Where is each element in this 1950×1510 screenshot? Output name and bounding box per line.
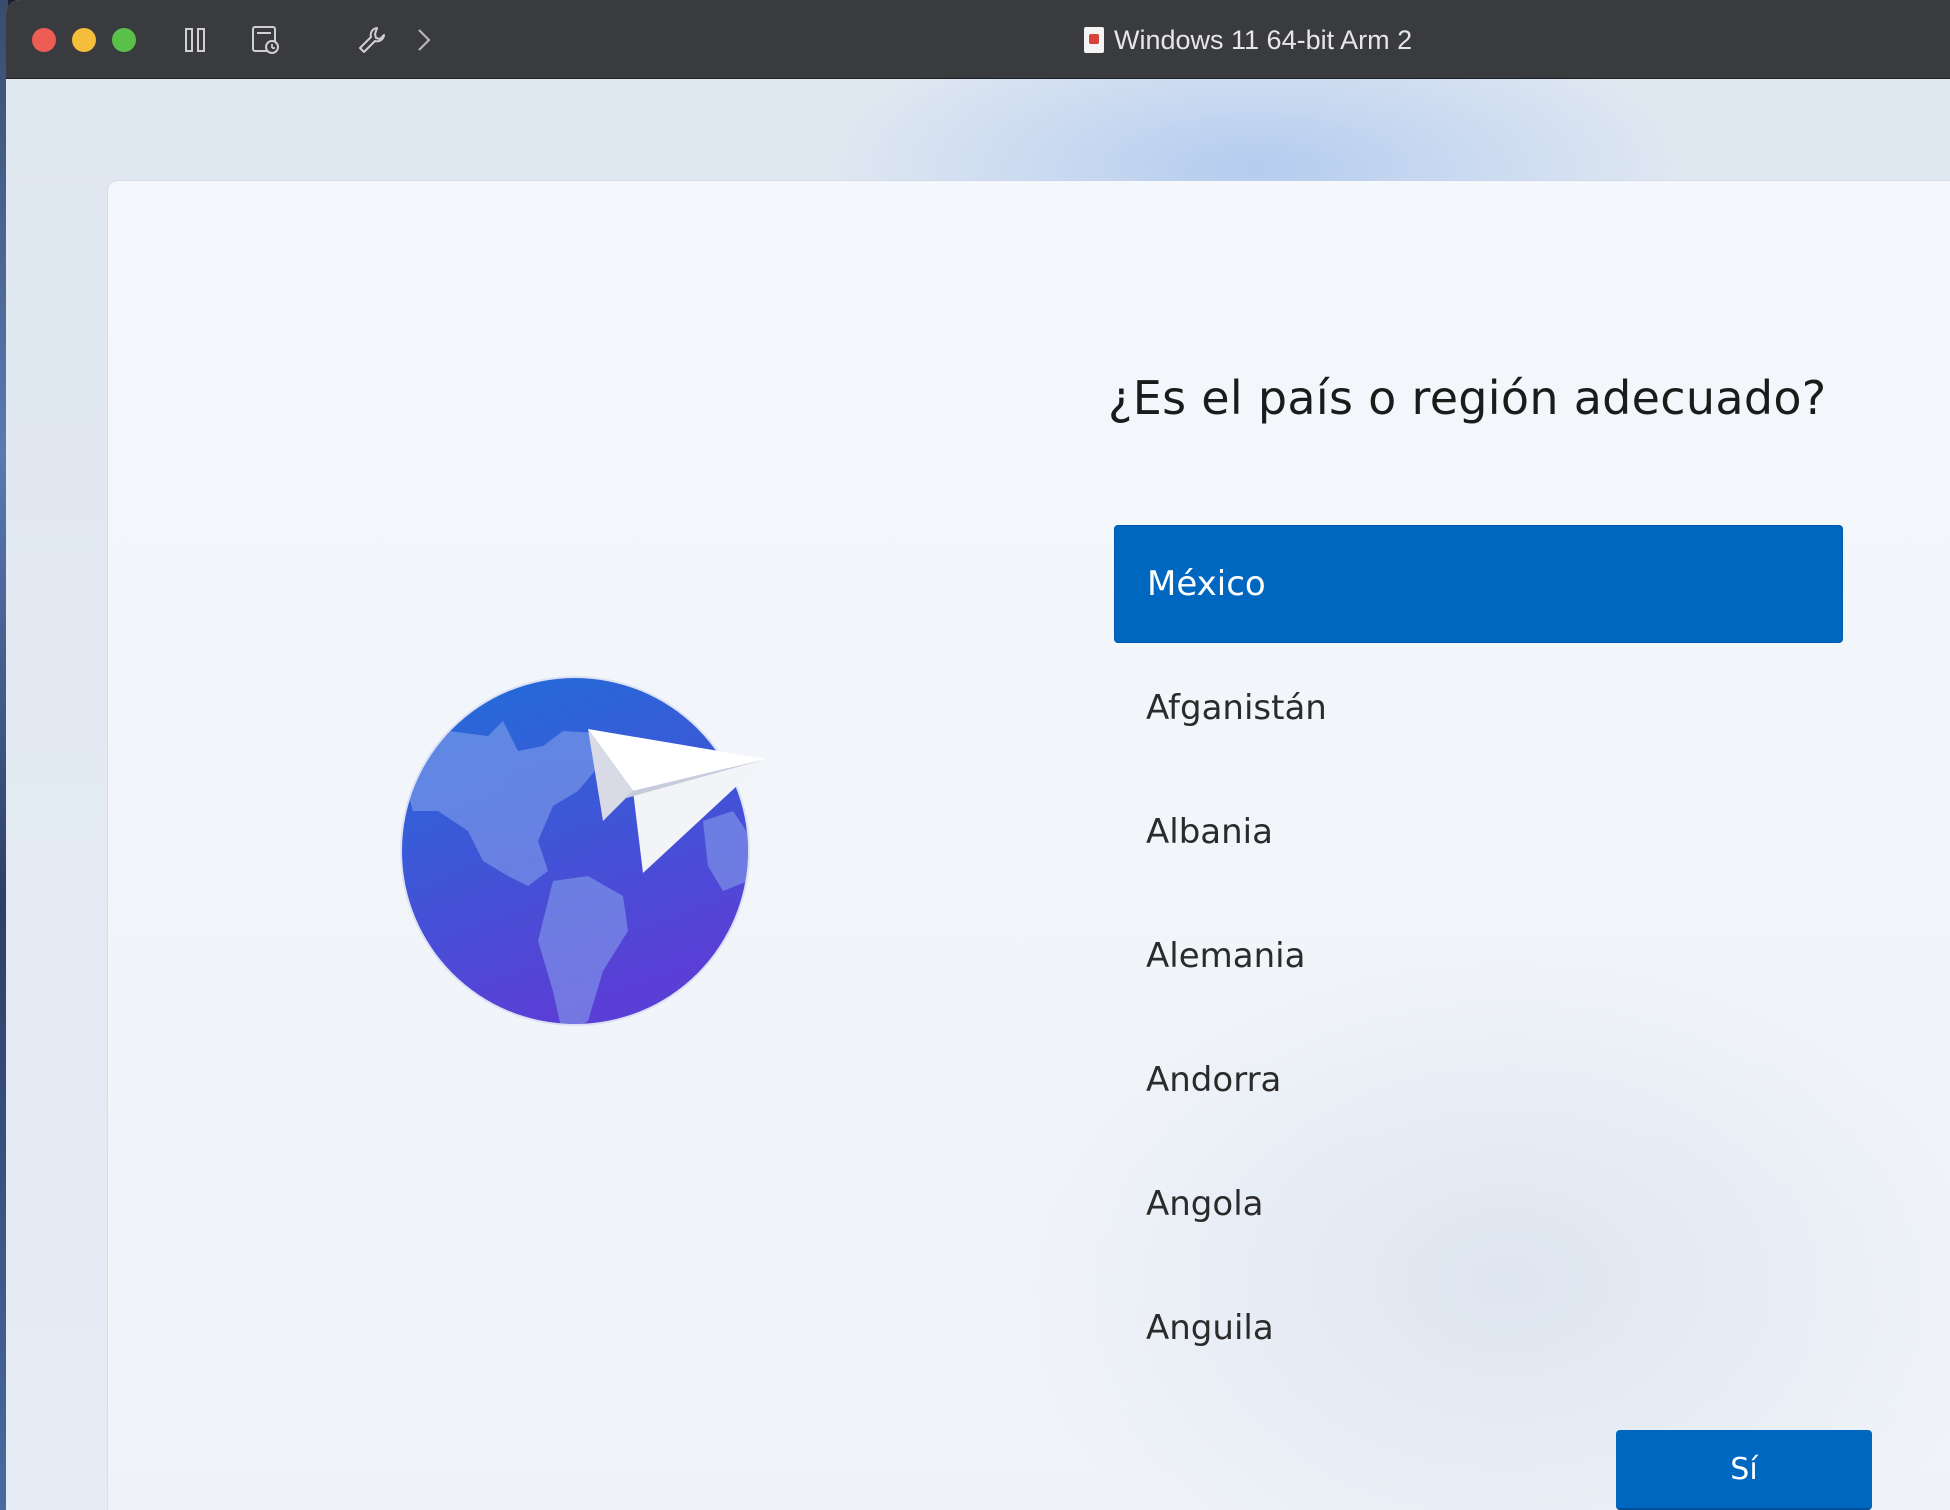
chevron-right-icon[interactable] — [412, 22, 436, 58]
minimize-window-button[interactable] — [72, 28, 96, 52]
list-item[interactable]: Afganistán — [1114, 649, 1843, 767]
list-item[interactable]: Anguila — [1114, 1269, 1843, 1387]
list-item[interactable]: Alemania — [1114, 897, 1843, 1015]
page-title: ¿Es el país o región adecuado? — [1108, 371, 1827, 425]
window-title: Windows 11 64-bit Arm 2 — [1084, 20, 1412, 60]
window-title-text: Windows 11 64-bit Arm 2 — [1114, 24, 1413, 55]
list-item[interactable]: Albania — [1114, 773, 1843, 891]
country-list[interactable]: México Afganistán Albania Alemania Andor… — [1114, 525, 1843, 1393]
globe-illustration — [388, 641, 888, 1061]
globe-paper-plane-icon — [400, 676, 766, 1026]
window-titlebar: Windows 11 64-bit Arm 2 — [6, 0, 1950, 79]
oobe-panel: ¿Es el país o región adecuado? México Af… — [108, 181, 1950, 1510]
wrench-icon[interactable] — [354, 22, 390, 58]
vm-window: Windows 11 64-bit Arm 2 ¿Es el país o re… — [6, 0, 1950, 1510]
yes-button[interactable]: Sí — [1616, 1430, 1872, 1510]
close-window-button[interactable] — [32, 28, 56, 52]
list-item[interactable]: Andorra — [1114, 1021, 1843, 1139]
document-icon — [1084, 27, 1104, 53]
vm-screen: ¿Es el país o región adecuado? México Af… — [6, 79, 1950, 1510]
list-item-selected[interactable]: México — [1114, 525, 1843, 643]
list-item[interactable]: Angola — [1114, 1145, 1843, 1263]
zoom-window-button[interactable] — [112, 28, 136, 52]
pause-icon[interactable] — [178, 22, 212, 58]
snapshot-icon[interactable] — [246, 22, 286, 58]
